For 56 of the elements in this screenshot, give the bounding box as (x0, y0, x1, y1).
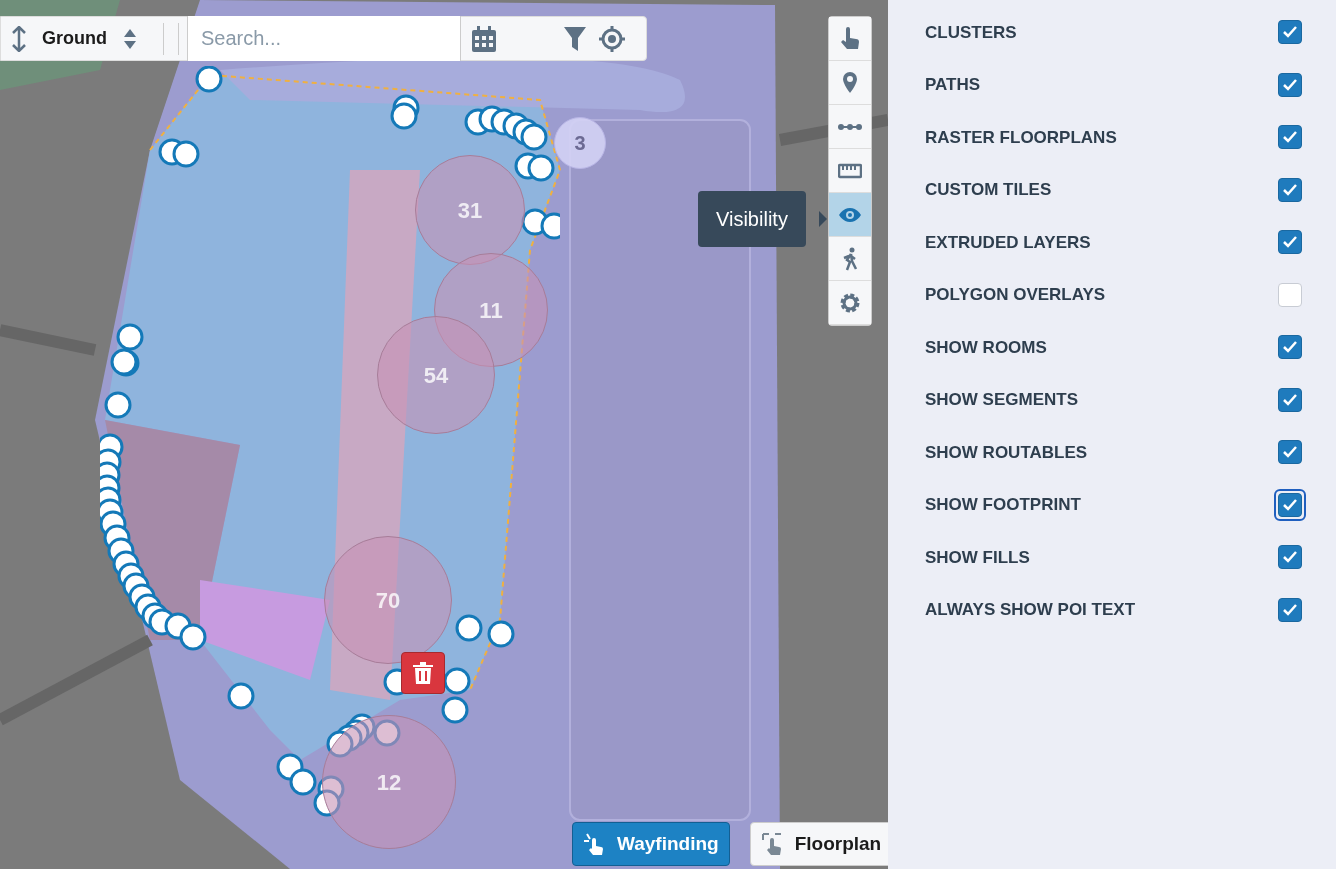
checkmark-icon (1282, 25, 1298, 40)
floor-label[interactable]: Ground (42, 25, 107, 52)
filter-icon[interactable] (564, 26, 586, 51)
sort-caret-icon[interactable] (123, 27, 137, 50)
checkmark-icon (1282, 392, 1298, 407)
tooltip-arrow (819, 211, 827, 227)
checkbox[interactable] (1278, 545, 1302, 570)
checkbox[interactable] (1278, 177, 1302, 202)
hand-drag-icon (760, 832, 783, 856)
layer-label: SHOW FOOTPRINT (925, 494, 1081, 516)
layer-label: SHOW ROUTABLES (925, 441, 1088, 464)
checkmark-icon (1282, 497, 1298, 512)
checkbox[interactable] (1278, 20, 1302, 45)
tool-button[interactable] (829, 193, 871, 237)
layer-label: EXTRUDED LAYERS (925, 231, 1091, 254)
checkbox[interactable] (1278, 597, 1302, 622)
layer-label: SHOW ROOMS (925, 336, 1047, 359)
checkmark-icon (1282, 445, 1298, 460)
tool-button[interactable] (829, 17, 871, 61)
checkbox[interactable] (1278, 230, 1302, 255)
layer-label: CUSTOM TILES (925, 179, 1052, 201)
checkmark-icon (1282, 340, 1298, 355)
layer-label: ALWAYS SHOW POI TEXT (925, 599, 1135, 621)
mode-button[interactable]: Floorplan (749, 822, 888, 866)
calendar-icon[interactable] (472, 25, 496, 52)
checkmark-icon (1282, 130, 1298, 145)
layer-label: RASTER FLOORPLANS (925, 126, 1117, 149)
pointing-hand-icon (838, 26, 862, 51)
tooltip-text: Visibility (716, 207, 788, 232)
layer-label: POLYGON OVERLAYS (925, 284, 1106, 306)
trash-icon (413, 662, 433, 684)
layer-label: SHOW SEGMENTS (925, 389, 1078, 411)
checkmark-icon (1282, 182, 1298, 197)
checkmark-icon (1282, 235, 1298, 250)
hand-tap-icon (583, 832, 605, 856)
cluster-marker[interactable]: 70 (324, 536, 452, 664)
layer-label: PATHS (925, 74, 981, 96)
delete-button[interactable] (401, 652, 445, 694)
target-icon[interactable] (599, 25, 625, 52)
checkbox[interactable] (1278, 335, 1302, 360)
layer-label: SHOW FILLS (925, 546, 1030, 569)
layer-label: CLUSTERS (925, 21, 1017, 44)
search-field[interactable]: Search... (187, 16, 461, 61)
cluster-marker[interactable]: 31 (415, 155, 525, 265)
cluster-marker[interactable]: 11 (434, 253, 548, 367)
mode-button[interactable]: Wayfinding (572, 822, 730, 866)
checkbox[interactable] (1278, 72, 1302, 97)
checkbox[interactable] (1278, 440, 1302, 465)
checkmark-icon (1282, 550, 1298, 565)
checkbox[interactable] (1278, 125, 1302, 150)
checkmark-icon (1282, 77, 1298, 92)
vertical-arrows-icon (12, 25, 26, 52)
checkmark-icon (1282, 602, 1298, 617)
cluster-marker[interactable]: 12 (322, 715, 456, 849)
dotted-line-icon (838, 123, 862, 130)
checkbox[interactable] (1278, 387, 1302, 412)
